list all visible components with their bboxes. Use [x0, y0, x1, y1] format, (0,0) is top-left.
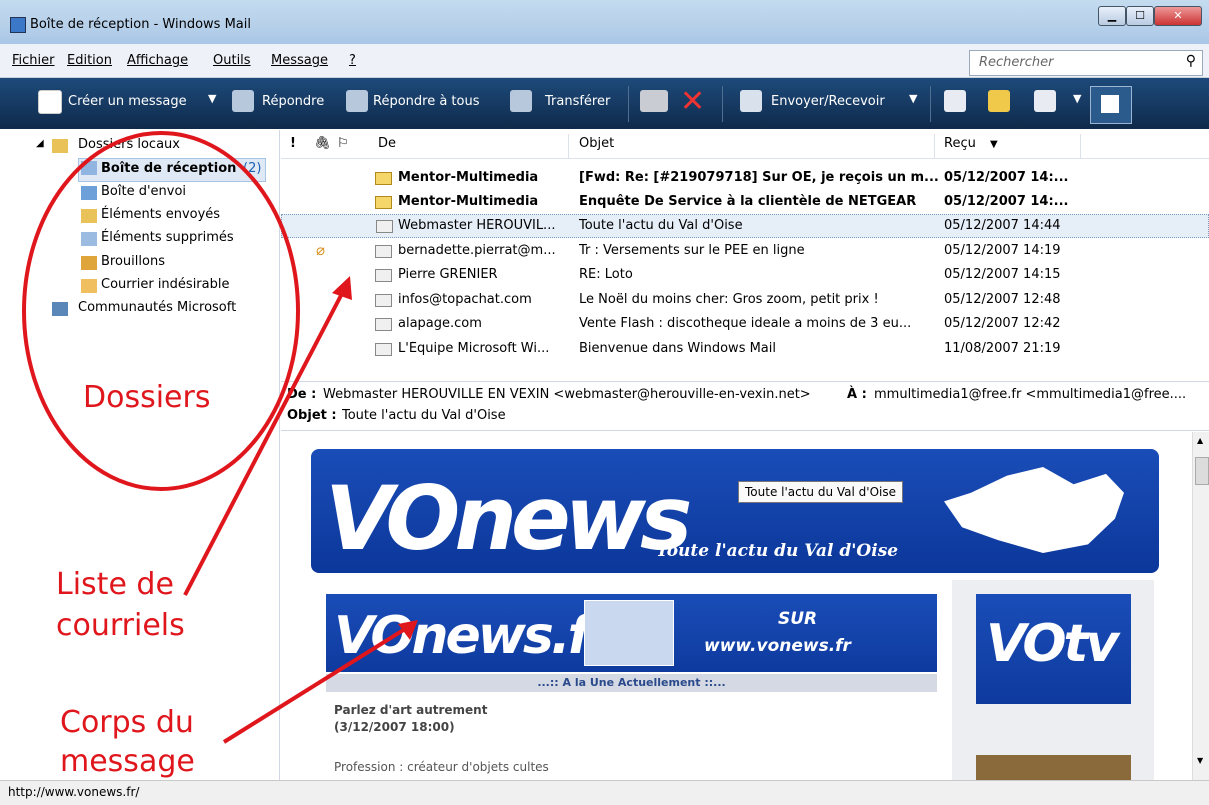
- annotation-liste-2: courriels: [56, 608, 185, 643]
- body-arrow: [222, 622, 415, 744]
- list-arrow: [183, 281, 350, 596]
- folders-ellipse: [22, 131, 300, 491]
- annotation-dossiers: Dossiers: [83, 380, 211, 415]
- annotation-liste-1: Liste de: [56, 567, 174, 602]
- annotation-corps-1: Corps du: [60, 705, 194, 740]
- list-arrowhead: [332, 276, 352, 300]
- annotation-corps-2: message: [60, 744, 195, 779]
